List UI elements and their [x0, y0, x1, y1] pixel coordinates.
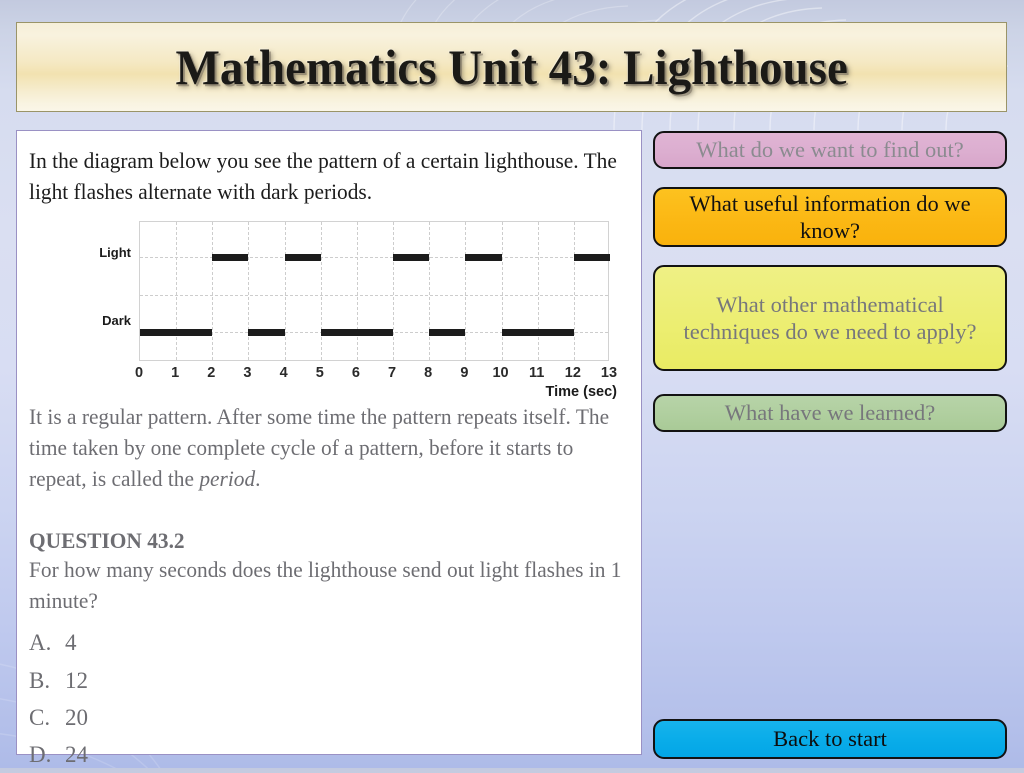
page-title: Mathematics Unit 43: Lighthouse [175, 39, 848, 95]
chart-gridline-horizontal [140, 295, 608, 297]
chart-gridline-vertical [248, 222, 250, 361]
question-heading: QUESTION 43.2 [29, 528, 185, 554]
lighthouse-pattern-chart: Light Dark 0 1 2 3 4 5 6 7 8 9 10 11 12 13 Time (sec) [29, 217, 629, 400]
x-tick-label: 4 [279, 365, 288, 382]
nav-button-what-learned[interactable]: What have we learned? [653, 394, 1007, 432]
question-block: QUESTION 43.2 For how many seconds does … [29, 528, 623, 773]
x-tick-label: 1 [171, 365, 180, 382]
chart-plot-area [139, 221, 610, 362]
x-tick-label: 2 [207, 365, 216, 382]
period-text-post: . [255, 466, 261, 492]
answer-option-letter: C. [29, 704, 51, 730]
chart-signal-segment-light [284, 253, 321, 261]
answer-option[interactable]: B. 12 [29, 662, 623, 699]
x-tick-label: 3 [243, 365, 252, 382]
answer-option[interactable]: C. 20 [29, 699, 623, 736]
answer-options-list: A. 4 B. 12 C. 20 D. 24 [29, 624, 623, 773]
x-tick-label: 9 [460, 365, 469, 382]
intro-paragraph: In the diagram below you see the pattern… [29, 148, 617, 205]
chart-gridline-vertical [356, 222, 358, 361]
x-tick-label: 6 [351, 365, 360, 382]
chart-gridline-vertical [465, 222, 467, 361]
chart-signal-segment-light [212, 253, 249, 261]
x-tick-label: 8 [424, 365, 433, 382]
chart-gridline-vertical [501, 222, 503, 361]
y-axis-label-light: Light [99, 245, 131, 261]
chart-signal-segment-dark [501, 328, 574, 336]
period-keyword: period [199, 466, 256, 492]
x-tick-label: 10 [492, 365, 509, 382]
chart-gridline-horizontal [140, 257, 608, 259]
answer-option-value: 4 [65, 630, 77, 656]
question-text: For how many seconds does the lighthouse… [29, 557, 622, 614]
period-paragraph: It is a regular pattern. After some time… [29, 401, 622, 494]
answer-option-letter: D. [29, 742, 52, 768]
nav-button-what-find-out[interactable]: What do we want to find out? [653, 131, 1007, 169]
x-tick-label: 11 [529, 365, 545, 382]
chart-signal-segment-dark [320, 328, 394, 336]
back-to-start-button[interactable]: Back to start [653, 719, 1007, 759]
nav-button-math-techniques[interactable]: What other mathematical techniques do we… [653, 265, 1007, 371]
chart-signal-segment-light [393, 253, 430, 261]
x-tick-label: 5 [315, 365, 324, 382]
answer-option-value: 24 [65, 742, 88, 768]
x-tick-label: 0 [134, 365, 144, 382]
chart-signal-segment-dark [140, 328, 213, 336]
nav-button-useful-information[interactable]: What useful information do we know? [653, 187, 1007, 247]
chart-gridline-vertical [284, 222, 286, 361]
period-text-pre: It is a regular pattern. After some time… [29, 404, 610, 492]
x-tick-label: 12 [564, 365, 581, 382]
content-panel: In the diagram below you see the pattern… [16, 130, 642, 767]
chart-signal-segment-dark [429, 328, 466, 336]
answer-option-value: 20 [65, 704, 88, 730]
x-axis-title: Time (sec) [545, 384, 617, 401]
answer-option-letter: A. [29, 630, 52, 656]
chart-gridline-vertical [320, 222, 322, 361]
chart-gridline-vertical [393, 222, 395, 361]
chart-gridline-vertical [573, 222, 575, 361]
chart-gridline-vertical [429, 222, 431, 361]
y-axis-label-dark: Dark [102, 313, 131, 329]
answer-option-letter: B. [29, 667, 51, 693]
answer-option[interactable]: A. 4 [29, 624, 623, 661]
chart-gridline-vertical [212, 222, 214, 361]
x-axis-ticks: 0 1 2 3 4 5 6 7 8 9 10 11 12 13 [135, 365, 617, 385]
x-tick-label: 7 [388, 365, 397, 382]
answer-option-value: 12 [65, 667, 88, 693]
answer-option[interactable]: D. 24 [29, 736, 623, 773]
chart-signal-segment-light [573, 253, 610, 261]
chart-signal-segment-dark [248, 328, 285, 336]
slide-title-banner: Mathematics Unit 43: Lighthouse [16, 22, 1007, 112]
x-tick-label: 13 [600, 365, 618, 382]
chart-gridline-vertical [537, 222, 539, 361]
chart-gridline-vertical [176, 222, 178, 361]
chart-signal-segment-light [465, 253, 502, 261]
